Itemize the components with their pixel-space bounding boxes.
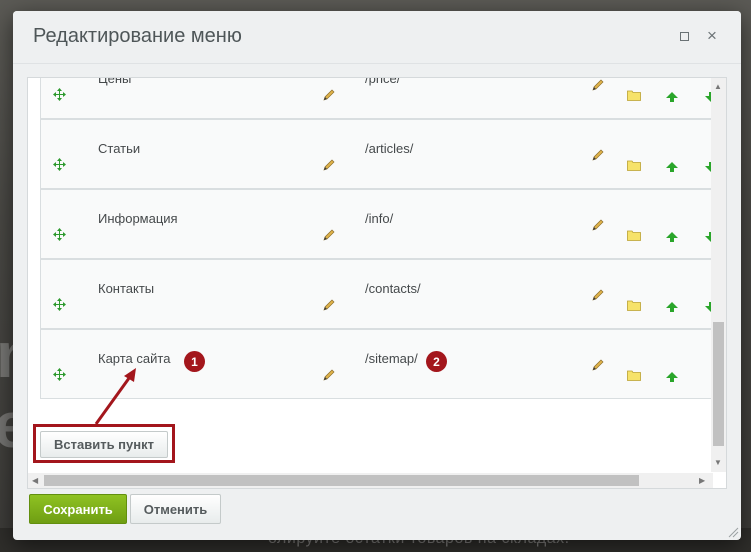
arrow-up-icon[interactable] (666, 299, 678, 312)
move-icon[interactable] (53, 368, 66, 381)
edit-name-pencil-icon[interactable] (322, 88, 336, 102)
horizontal-scrollbar[interactable]: ◀ ▶ (28, 473, 713, 488)
menu-item-name[interactable]: Цены (98, 78, 131, 86)
scroll-right-arrow-icon[interactable]: ▶ (699, 476, 705, 485)
arrow-up-icon[interactable] (666, 229, 678, 242)
scroll-down-arrow-icon[interactable]: ▼ (714, 458, 722, 467)
scroll-up-arrow-icon[interactable]: ▲ (714, 82, 722, 91)
menu-item-name[interactable]: Информация (98, 211, 178, 226)
scroll-left-arrow-icon[interactable]: ◀ (32, 476, 38, 485)
menu-item-url[interactable]: /sitemap/ (365, 351, 418, 366)
edit-url-pencil-icon[interactable] (591, 288, 605, 302)
menu-item-name[interactable]: Карта сайта (98, 351, 170, 366)
edit-name-pencil-icon[interactable] (322, 298, 336, 312)
menu-item-row[interactable]: Статьи/articles/ (40, 119, 726, 189)
move-icon[interactable] (53, 228, 66, 241)
insert-item-button[interactable]: Вставить пункт (40, 431, 168, 458)
menu-item-url[interactable]: /info/ (365, 211, 393, 226)
dialog-body: Цены/price/Статьи/articles/Информация/in… (27, 77, 727, 489)
horizontal-scroll-thumb[interactable] (44, 475, 639, 486)
cancel-button[interactable]: Отменить (130, 494, 221, 524)
vertical-scrollbar[interactable]: ▲ ▼ (711, 78, 726, 472)
folder-icon[interactable] (627, 298, 641, 311)
dialog-title: Редактирование меню (33, 25, 242, 47)
menu-item-url[interactable]: /contacts/ (365, 281, 421, 296)
annotation-badge-name: 1 (184, 351, 205, 372)
edit-name-pencil-icon[interactable] (322, 228, 336, 242)
arrow-up-icon[interactable] (666, 159, 678, 172)
folder-icon[interactable] (627, 88, 641, 101)
menu-edit-dialog: Редактирование меню × Цены/price/Статьи /… (13, 11, 741, 540)
dialog-footer: Сохранить Отменить (13, 489, 741, 540)
annotation-arrow-icon (94, 368, 136, 425)
edit-name-pencil-icon[interactable] (322, 158, 336, 172)
close-icon[interactable]: × (705, 27, 719, 44)
folder-icon[interactable] (627, 368, 641, 381)
resize-grip-icon[interactable] (727, 526, 739, 538)
menu-item-name[interactable]: Статьи (98, 141, 140, 156)
arrow-up-icon[interactable] (666, 89, 678, 102)
move-icon[interactable] (53, 298, 66, 311)
move-icon[interactable] (53, 88, 66, 101)
menu-item-name[interactable]: Контакты (98, 281, 154, 296)
dialog-header[interactable]: Редактирование меню × (13, 11, 741, 64)
edit-url-pencil-icon[interactable] (591, 358, 605, 372)
arrow-up-icon[interactable] (666, 369, 678, 382)
save-button[interactable]: Сохранить (29, 494, 127, 524)
edit-url-pencil-icon[interactable] (591, 218, 605, 232)
menu-item-row[interactable]: Информация/info/ (40, 189, 726, 259)
menu-item-row[interactable]: Контакты/contacts/ (40, 259, 726, 329)
edit-url-pencil-icon[interactable] (591, 78, 605, 92)
menu-item-row[interactable]: Цены/price/ (40, 78, 726, 119)
menu-item-url[interactable]: /articles/ (365, 141, 413, 156)
move-icon[interactable] (53, 158, 66, 171)
annotation-badge-url: 2 (426, 351, 447, 372)
vertical-scroll-thumb[interactable] (713, 322, 724, 446)
folder-icon[interactable] (627, 228, 641, 241)
edit-name-pencil-icon[interactable] (322, 368, 336, 382)
maximize-icon[interactable] (677, 29, 691, 43)
menu-item-url[interactable]: /price/ (365, 78, 400, 86)
folder-icon[interactable] (627, 158, 641, 171)
edit-url-pencil-icon[interactable] (591, 148, 605, 162)
